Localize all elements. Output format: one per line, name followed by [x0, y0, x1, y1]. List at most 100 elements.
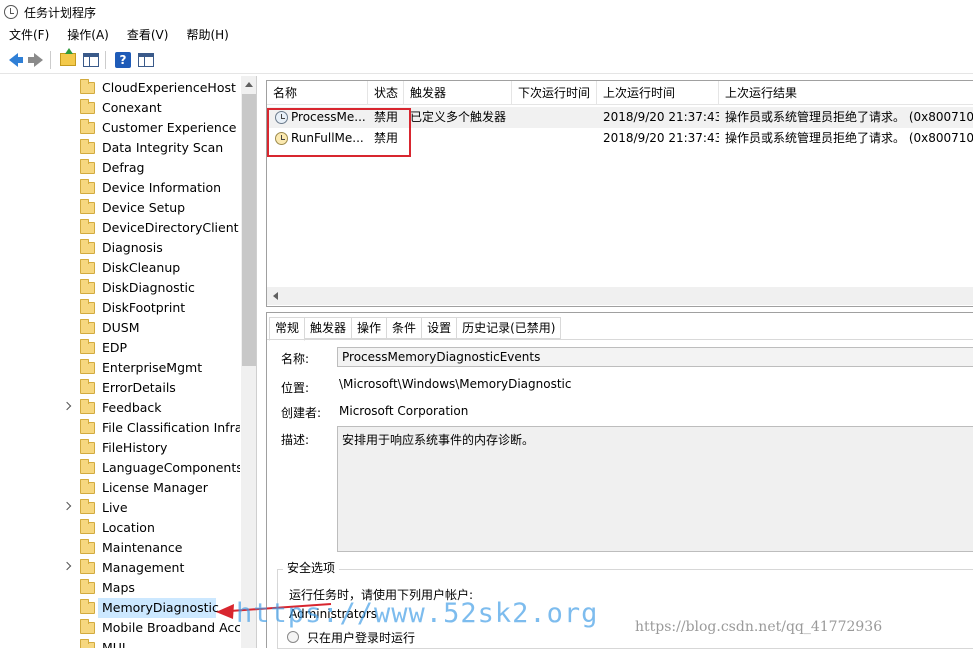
tree-item[interactable]: DUSM [0, 318, 240, 338]
tree-item[interactable]: DeviceDirectoryClient [0, 218, 240, 238]
folder-icon [80, 279, 95, 294]
tree-item[interactable]: Defrag [0, 158, 240, 178]
column-header-name[interactable]: 名称 [267, 81, 368, 105]
tree-item[interactable]: DiskCleanup [0, 258, 240, 278]
back-button[interactable] [3, 50, 23, 70]
title-bar: 任务计划程序 [0, 0, 973, 24]
description-field[interactable]: 安排用于响应系统事件的内存诊断。 [337, 426, 973, 552]
folder-up-button[interactable] [58, 48, 78, 70]
folder-icon [80, 439, 95, 454]
help-button[interactable]: ? [113, 50, 133, 70]
tree-item[interactable]: EDP [0, 338, 240, 358]
tree-item[interactable]: Mobile Broadband Acc [0, 618, 240, 638]
tree-item[interactable]: LanguageComponentsIr [0, 458, 240, 478]
folder-icon [80, 319, 95, 334]
folder-icon [80, 579, 95, 594]
tree-item[interactable]: DiskFootprint [0, 298, 240, 318]
folder-up-icon [60, 48, 76, 66]
tree-item[interactable]: Device Information [0, 178, 240, 198]
column-header-next-run[interactable]: 下次运行时间 [512, 81, 597, 105]
tree-item-selected[interactable]: MemoryDiagnostic [0, 598, 240, 618]
folder-icon [80, 179, 95, 194]
tree-item[interactable]: MUI [0, 638, 240, 648]
run-only-logged-on-radio[interactable] [287, 631, 299, 643]
menu-view[interactable]: 查看(V) [118, 24, 178, 46]
tree-item[interactable]: Customer Experience In [0, 118, 240, 138]
column-header-last-run[interactable]: 上次运行时间 [597, 81, 719, 105]
column-header-last-result[interactable]: 上次运行结果 [719, 81, 973, 105]
tab-settings[interactable]: 设置 [421, 317, 458, 339]
console-tree: CloudExperienceHost Conexant Customer Expe… [0, 76, 257, 648]
tree-item[interactable]: Maps [0, 578, 240, 598]
folder-icon [80, 359, 95, 374]
tree-item[interactable]: Conexant [0, 98, 240, 118]
menu-bar: 文件(F) 操作(A) 查看(V) 帮助(H) [0, 24, 973, 46]
scroll-thumb[interactable] [242, 94, 256, 366]
tree-item-label: Maps [102, 580, 135, 595]
tree-item-label: Live [102, 500, 128, 515]
forward-arrow-icon [27, 52, 43, 67]
tab-actions[interactable]: 操作 [351, 317, 388, 339]
tree-item[interactable]: Data Integrity Scan [0, 138, 240, 158]
tree-item[interactable]: Management [0, 558, 240, 578]
tree-item-label: DUSM [102, 320, 140, 335]
tree-item-label: DiskFootprint [102, 300, 186, 315]
task-trigger [410, 128, 510, 149]
expand-chevron-icon[interactable] [64, 403, 72, 411]
expand-chevron-icon[interactable] [64, 503, 72, 511]
expand-chevron-icon[interactable] [64, 563, 72, 571]
task-list-horizontal-scrollbar[interactable] [267, 287, 973, 305]
tree-item-label: Device Setup [102, 200, 186, 215]
show-hide-action-pane-button[interactable] [136, 50, 156, 70]
scroll-left-icon[interactable] [273, 292, 278, 300]
tree-item-label: EDP [102, 340, 128, 355]
tree-item[interactable]: File Classification Infrast [0, 418, 240, 438]
menu-help[interactable]: 帮助(H) [177, 24, 237, 46]
menu-file[interactable]: 文件(F) [0, 24, 58, 46]
tree-item[interactable]: DiskDiagnostic [0, 278, 240, 298]
tab-history[interactable]: 历史记录(已禁用) [456, 317, 562, 339]
tree-item-label: DiskCleanup [102, 260, 181, 275]
tab-general[interactable]: 常规 [269, 317, 306, 341]
tree-item[interactable]: License Manager [0, 478, 240, 498]
folder-icon [80, 299, 95, 314]
folder-icon [80, 599, 95, 614]
tree-item[interactable]: Feedback [0, 398, 240, 418]
tree-item-label: MUI [102, 640, 126, 648]
menu-action[interactable]: 操作(A) [58, 24, 118, 46]
scroll-up-icon[interactable] [245, 82, 253, 87]
tree-item[interactable]: EnterpriseMgmt [0, 358, 240, 378]
show-hide-console-tree-button[interactable] [81, 50, 101, 70]
tree-item[interactable]: ErrorDetails [0, 378, 240, 398]
tree-item[interactable]: FileHistory [0, 438, 240, 458]
tab-conditions[interactable]: 条件 [386, 317, 423, 339]
location-value: \Microsoft\Windows\MemoryDiagnostic [339, 377, 572, 391]
folder-icon [80, 219, 95, 234]
folder-icon [80, 79, 95, 94]
folder-icon [80, 619, 95, 634]
folder-icon [80, 419, 95, 434]
tree-vertical-scrollbar[interactable] [241, 76, 256, 648]
tree-item-label: Conexant [102, 100, 162, 115]
folder-icon [80, 399, 95, 414]
tab-triggers[interactable]: 触发器 [304, 317, 353, 339]
column-header-trigger[interactable]: 触发器 [404, 81, 512, 105]
highlight-box [267, 108, 411, 157]
column-header-status[interactable]: 状态 [368, 81, 404, 105]
tree-item-label: ErrorDetails [102, 380, 176, 395]
task-last-result: 操作员或系统管理员拒绝了请求。 (0x800710E0) [725, 110, 973, 124]
task-trigger: 已定义多个触发器 [410, 110, 507, 124]
back-arrow-icon [8, 52, 23, 67]
forward-button[interactable] [26, 50, 46, 70]
tree-item[interactable]: Device Setup [0, 198, 240, 218]
author-value: Microsoft Corporation [339, 404, 469, 418]
tree-item[interactable]: Diagnosis [0, 238, 240, 258]
tree-item[interactable]: Live [0, 498, 240, 518]
tree-item-label: DiskDiagnostic [102, 280, 195, 295]
tree-item-label: Data Integrity Scan [102, 140, 224, 155]
name-field[interactable]: ProcessMemoryDiagnosticEvents [337, 347, 973, 367]
tree-item[interactable]: CloudExperienceHost [0, 78, 240, 98]
tree-item[interactable]: Location [0, 518, 240, 538]
tree-item[interactable]: Maintenance [0, 538, 240, 558]
task-last-run: 2018/9/20 21:37:43 [603, 131, 719, 145]
